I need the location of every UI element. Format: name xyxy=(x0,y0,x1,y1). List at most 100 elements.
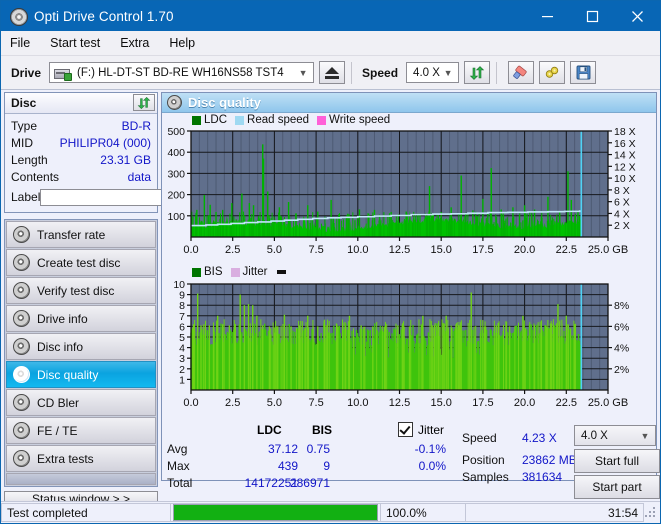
sidebar-item-cd-bler[interactable]: CD Bler xyxy=(6,389,156,416)
resize-grip-icon[interactable] xyxy=(644,506,658,520)
window-title: Opti Drive Control 1.70 xyxy=(34,8,174,24)
svg-text:5.0: 5.0 xyxy=(267,244,282,256)
svg-text:17.5: 17.5 xyxy=(472,244,493,256)
disc-refresh-button[interactable] xyxy=(133,94,155,111)
svg-text:500: 500 xyxy=(167,126,185,138)
stats-col-bis: BIS xyxy=(312,423,333,437)
bis-chart: BIS Jitter 10 9 8 7 6 5 4 3 2 1 2% 4% 6% 8% 0.0 2.5 5.0 7… xyxy=(162,266,656,418)
svg-text:200: 200 xyxy=(167,190,185,202)
svg-text:2.5: 2.5 xyxy=(225,244,240,256)
speed-label: Speed xyxy=(362,65,399,80)
legend-swatch-read-speed xyxy=(235,115,245,125)
status-bar: Test completed 100.0% 31:54 xyxy=(1,501,660,523)
speed-stat-value: 4.23 X xyxy=(522,431,557,445)
legend-item-bis: BIS xyxy=(192,266,223,278)
menu-bar: File Start test Extra Help xyxy=(1,31,660,56)
svg-text:2%: 2% xyxy=(614,364,629,376)
sidebar-item-transfer-rate[interactable]: Transfer rate xyxy=(6,221,156,248)
svg-text:16 X: 16 X xyxy=(614,138,636,150)
disc-row-mid: MID PHILIPR04 (000) xyxy=(11,134,151,151)
drive-toolbar: Drive (F:) HL-DT-ST BD-RE WH16NS58 TST4 … xyxy=(1,56,660,90)
stats-avg-bis: 0.75 xyxy=(306,442,330,456)
test-speed-select[interactable]: 4.0 X ▼ xyxy=(574,425,656,446)
app-icon xyxy=(9,7,28,26)
refresh-button[interactable] xyxy=(464,61,491,84)
disc-row-type: Type BD-R xyxy=(11,117,151,134)
svg-text:100: 100 xyxy=(167,211,185,223)
legend-label-read-speed: Read speed xyxy=(247,114,310,126)
svg-text:25.0 GB: 25.0 GB xyxy=(588,397,628,409)
samples-stat-label: Samples xyxy=(462,470,509,484)
sidebar-item-drive-info[interactable]: Drive info xyxy=(6,305,156,332)
close-icon[interactable] xyxy=(615,1,660,31)
svg-text:0.0: 0.0 xyxy=(183,397,198,409)
stats-avg-ldc: 37.12 xyxy=(267,442,298,456)
scroll-marker xyxy=(277,270,287,274)
svg-text:10 X: 10 X xyxy=(614,173,636,185)
page-title: Disc quality xyxy=(188,95,261,110)
disc-row-length: Length 23.31 GB xyxy=(11,151,151,168)
stats-max-bis: 9 xyxy=(323,459,330,473)
speed-select-value: 4.0 X xyxy=(413,66,440,79)
sidebar-item-verify-test-disc[interactable]: Verify test disc xyxy=(6,277,156,304)
drive-select-value: (F:) HL-DT-ST BD-RE WH16NS58 TST4 xyxy=(77,66,284,79)
start-full-button[interactable]: Start full xyxy=(574,449,660,473)
svg-text:6 X: 6 X xyxy=(614,197,630,209)
jitter-checkbox[interactable] xyxy=(398,422,413,438)
progress-bar-fill xyxy=(174,505,377,520)
sidebar-item-fe-te[interactable]: FE / TE xyxy=(6,417,156,444)
disc-quality-icon xyxy=(167,95,182,110)
minimize-icon[interactable] xyxy=(525,1,570,31)
legend-swatch-jitter xyxy=(230,267,240,277)
disc-info-icon xyxy=(13,338,30,355)
disc-mid-label: MID xyxy=(11,135,33,150)
svg-text:15.0: 15.0 xyxy=(430,397,451,409)
save-button[interactable] xyxy=(570,61,597,84)
sidebar-item-label: Create test disc xyxy=(37,255,121,270)
jitter-label: Jitter xyxy=(418,423,445,437)
position-stat-label: Position xyxy=(462,453,505,467)
stats-max-jitter: 0.0% xyxy=(418,459,446,473)
legend-item-ldc: LDC xyxy=(192,114,227,126)
svg-text:8%: 8% xyxy=(614,300,629,312)
svg-text:20.0: 20.0 xyxy=(514,397,535,409)
legend-swatch-bis xyxy=(192,267,201,277)
extra-tests-icon xyxy=(13,450,30,467)
svg-text:18 X: 18 X xyxy=(614,126,636,138)
menu-item-help[interactable]: Help xyxy=(169,36,195,50)
menu-item-start-test[interactable]: Start test xyxy=(50,36,100,50)
start-part-button[interactable]: Start part xyxy=(574,475,660,499)
sidebar-item-label: Disc info xyxy=(37,339,84,354)
svg-text:2.5: 2.5 xyxy=(225,397,240,409)
toolbar-divider-2 xyxy=(496,61,498,84)
svg-text:12.5: 12.5 xyxy=(389,397,410,409)
toolbar-divider-1 xyxy=(351,61,353,84)
settings-button[interactable] xyxy=(539,61,566,84)
maximize-icon[interactable] xyxy=(570,1,615,31)
drive-select[interactable]: (F:) HL-DT-ST BD-RE WH16NS58 TST4 ▼ xyxy=(49,62,315,83)
svg-text:5.0: 5.0 xyxy=(267,397,282,409)
sidebar-item-extra-tests[interactable]: Extra tests xyxy=(6,445,156,472)
ldc-plot: 5004003002001002 X4 X6 X8 X10 X12 X14 X1… xyxy=(167,126,636,256)
eject-button[interactable] xyxy=(319,61,346,84)
sidebar-item-disc-info[interactable]: Disc info xyxy=(6,333,156,360)
disc-panel-title: Disc xyxy=(11,96,37,110)
speed-select[interactable]: 4.0 X ▼ xyxy=(406,62,460,83)
chevron-down-icon: ▼ xyxy=(443,67,453,78)
erase-button[interactable] xyxy=(508,61,535,84)
progress-percent: 100.0% xyxy=(381,503,466,522)
transfer-rate-icon xyxy=(13,226,30,243)
stats-max-ldc: 439 xyxy=(277,459,298,473)
stats-avg-jitter: -0.1% xyxy=(414,442,446,456)
sidebar-item-label: Transfer rate xyxy=(37,227,106,242)
menu-item-extra[interactable]: Extra xyxy=(120,36,149,50)
speed-stat-label: Speed xyxy=(462,431,497,445)
sidebar-item-create-test-disc[interactable]: Create test disc xyxy=(6,249,156,276)
drive-icon xyxy=(54,66,73,81)
bis-plot: 109876543212%4%6%8%0.0 2.5 5.0 7.5 10.0 12.5 1… xyxy=(173,279,629,409)
menu-item-file[interactable]: File xyxy=(10,36,30,50)
legend-item-read-speed: Read speed xyxy=(235,114,309,126)
sidebar-item-disc-quality[interactable]: Disc quality xyxy=(6,361,156,388)
stats-row-max-label: Max xyxy=(167,459,190,473)
svg-text:15.0: 15.0 xyxy=(430,244,451,256)
